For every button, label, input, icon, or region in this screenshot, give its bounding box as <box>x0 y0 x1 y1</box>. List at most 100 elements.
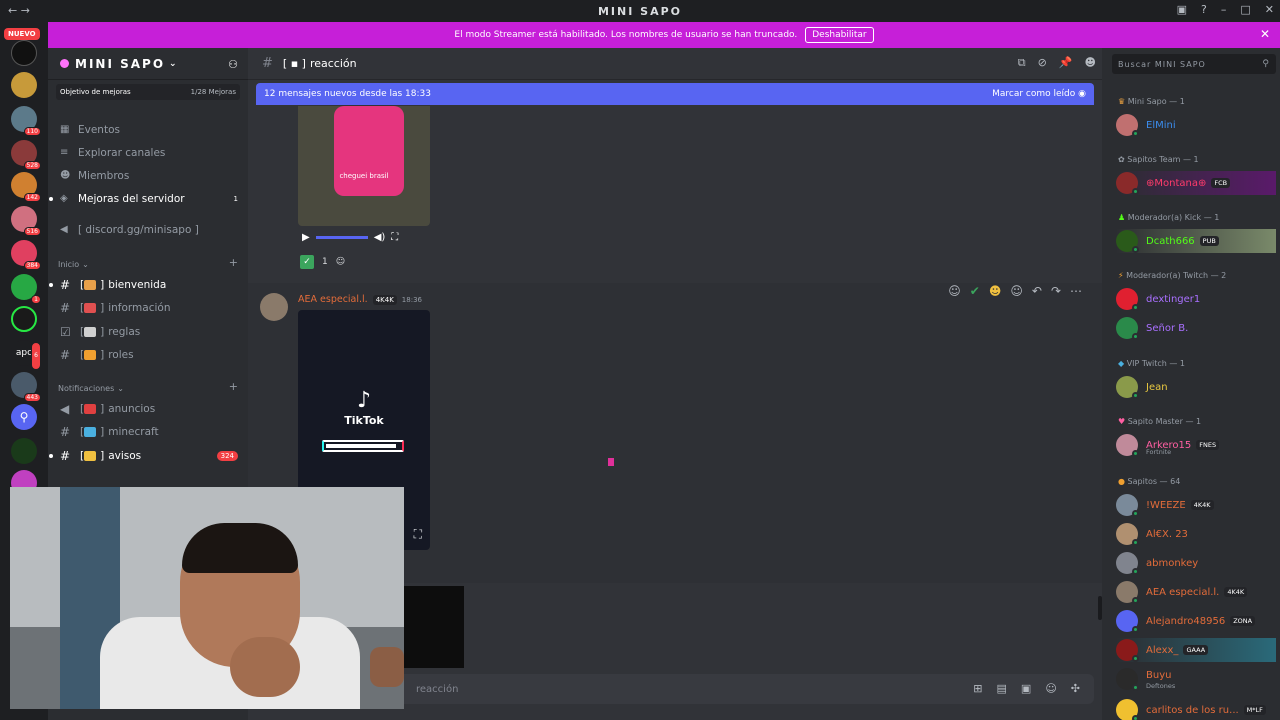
avatar <box>1116 581 1139 604</box>
avatar <box>1116 699 1139 720</box>
server-icon[interactable]: 1 <box>11 274 41 304</box>
member-list-icon[interactable]: ☻ <box>1085 56 1096 70</box>
back-icon[interactable]: ← → <box>8 4 30 17</box>
more-icon[interactable]: ⋯ <box>1070 284 1082 298</box>
checkmark-reaction[interactable]: ✓ <box>300 255 314 269</box>
server-icon[interactable]: 110 <box>11 106 41 136</box>
check-reaction-icon[interactable]: ✔ <box>970 284 980 298</box>
forward-icon[interactable]: ↷ <box>1051 284 1061 298</box>
gif-icon[interactable]: ▤ <box>997 682 1007 695</box>
member-group-header: ● Sapitos — 64 <box>1118 477 1181 486</box>
add-reaction-icon[interactable]: ☺ <box>1010 284 1023 298</box>
member-item[interactable]: abmonkey <box>1116 551 1276 575</box>
member-item[interactable]: AEA especial.l. 4K4K <box>1116 580 1276 604</box>
member-item[interactable]: Buyu Deftones <box>1116 667 1276 691</box>
play-icon[interactable]: ▶ <box>302 232 310 243</box>
avatar[interactable] <box>260 293 288 321</box>
nav-server-boost[interactable]: ◈ Mejoras del servidor 1 <box>48 187 248 210</box>
server-icon[interactable] <box>11 438 37 464</box>
mute-bell-icon[interactable]: ⊘ <box>1038 56 1047 70</box>
threads-icon[interactable]: ⧉ <box>1018 56 1026 70</box>
disable-streamer-button[interactable]: Deshabilitar <box>805 27 874 43</box>
channel-avisos[interactable]: #[ ] avisos 324 <box>48 444 248 468</box>
minimize-button[interactable]: – <box>1221 3 1227 16</box>
channel-anuncios[interactable]: ◀[ ] anuncios <box>48 397 248 421</box>
member-item[interactable]: Señor B. <box>1116 316 1276 340</box>
server-icon[interactable] <box>11 306 37 332</box>
apps-icon[interactable]: ✣ <box>1071 682 1080 695</box>
nav-browse-channels[interactable]: ≡ Explorar canales <box>48 141 248 164</box>
link-icon[interactable]: ⚲ <box>11 404 37 430</box>
channel-bienvenida[interactable]: #[ ] bienvenida <box>48 273 248 297</box>
tiktok-logo-icon: ♪ <box>356 388 372 413</box>
member-item[interactable]: Jean <box>1116 375 1276 399</box>
server-icon[interactable]: 142 <box>11 172 41 202</box>
video-controls: ▶ ◀) ⛶ <box>298 228 430 246</box>
member-group-header: ♟ Moderador(a) Kick — 1 <box>1118 213 1220 222</box>
timestamp: 18:36 <box>401 295 422 304</box>
gift-icon[interactable]: ⊞ <box>973 682 982 695</box>
maximize-button[interactable]: □ <box>1240 3 1250 16</box>
server-icon[interactable]: 443 <box>11 372 41 402</box>
inbox-icon[interactable]: ▣ <box>1177 3 1187 16</box>
add-channel-icon[interactable]: + <box>229 256 238 269</box>
server-icon[interactable]: 384 <box>11 240 41 270</box>
close-icon[interactable]: ✕ <box>1260 27 1270 41</box>
channel-informacion[interactable]: #[ ] información <box>48 297 248 321</box>
member-group-header: ♛ Mini Sapo — 1 <box>1118 97 1185 106</box>
reaction-bar: ✓ 1 ☺ <box>300 255 345 269</box>
search-input[interactable]: Buscar MINI SAPO ⚲ <box>1112 54 1276 74</box>
add-reaction-icon[interactable]: ☺ <box>336 257 345 267</box>
server-header[interactable]: MINI SAPO ⌄ ⚇ <box>48 48 248 80</box>
server-icon[interactable] <box>11 40 37 66</box>
video-attachment[interactable]: cheguei brasil <box>298 106 430 226</box>
fullscreen-icon[interactable]: ⛶ <box>414 527 422 542</box>
server-tag[interactable]: 4K4K <box>372 294 397 305</box>
nav-events[interactable]: ▦ Eventos <box>48 118 248 141</box>
server-icon[interactable]: 528 <box>11 140 41 170</box>
help-icon[interactable]: ? <box>1201 3 1207 16</box>
reply-icon[interactable]: ↶ <box>1032 284 1042 298</box>
member-item[interactable]: dextinger1 <box>1116 287 1276 311</box>
channel-emoji-icon <box>84 350 97 361</box>
category-notificaciones[interactable]: Notificaciones ⌄ + <box>48 371 248 393</box>
server-icon[interactable]: apc 6 <box>11 340 41 370</box>
server-icon[interactable] <box>11 72 37 98</box>
member-item[interactable]: Al€X. 23 <box>1116 522 1276 546</box>
category-inicio[interactable]: Inicio ⌄ + <box>48 247 248 269</box>
member-item[interactable]: ⊕Montana⊕ FCB <box>1116 171 1276 195</box>
new-messages-bar[interactable]: 12 mensajes nuevos desde las 18:33 Marca… <box>256 83 1094 105</box>
mark-read-button[interactable]: Marcar como leído ◉ <box>992 89 1086 99</box>
volume-slider[interactable] <box>315 235 368 239</box>
member-item[interactable]: Arkero15 FNES Fortnite <box>1116 433 1276 457</box>
server-icon[interactable]: 516 <box>11 206 41 236</box>
boost-goal[interactable]: Objetivo de mejoras 1/28 Mejoras <box>56 84 240 100</box>
member-item[interactable]: !WEEZE 4K4K <box>1116 493 1276 517</box>
emoji-reaction-icon[interactable]: ☻ <box>989 284 1002 298</box>
avatar <box>1116 610 1139 633</box>
channel-reglas[interactable]: ☑[ ] reglas <box>48 320 248 344</box>
member-item[interactable]: Alexx_ GAAA <box>1116 638 1276 662</box>
channel-roles[interactable]: #[ ] roles <box>48 344 248 368</box>
avatar <box>1116 668 1139 691</box>
member-item[interactable]: carlitos de los ru... M*LF <box>1116 698 1276 720</box>
new-badge: NUEVO <box>4 28 40 40</box>
fullscreen-icon[interactable]: ⛶ <box>391 232 398 243</box>
channel-minecraft[interactable]: #[ ] minecraft <box>48 421 248 445</box>
laugh-reaction-icon[interactable]: ☺ <box>948 284 961 298</box>
video-thumbnail <box>334 106 404 196</box>
member-item[interactable]: ElMini <box>1116 113 1276 137</box>
sticker-icon[interactable]: ▣ <box>1021 682 1031 695</box>
member-item[interactable]: Alejandro48956 ZONA <box>1116 609 1276 633</box>
add-channel-icon[interactable]: + <box>229 380 238 393</box>
author-name[interactable]: AEA especial.l. <box>298 294 368 305</box>
nav-members[interactable]: ☻ Miembros <box>48 164 248 187</box>
nav-invite-link[interactable]: ◀[ discord.gg/minisapo ] <box>48 218 248 241</box>
close-button[interactable]: ✕ <box>1265 3 1274 16</box>
invite-icon[interactable]: ⚇ <box>228 58 240 71</box>
member-item[interactable]: Dcath666 PUB <box>1116 229 1276 253</box>
emoji-icon[interactable]: ☺ <box>1045 682 1056 695</box>
volume-icon[interactable]: ◀) <box>374 232 386 243</box>
input-placeholder: reacción <box>416 683 459 695</box>
pin-icon[interactable]: 📌 <box>1059 56 1073 70</box>
